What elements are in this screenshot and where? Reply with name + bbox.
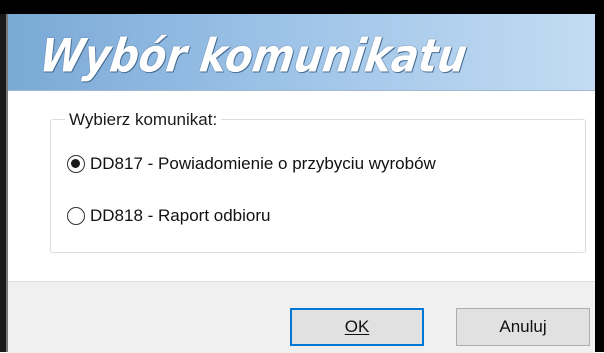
radio-button-checked[interactable] [67, 155, 85, 173]
dialog-content: Wybierz komunikat: DD817 - Powiadomienie… [8, 91, 595, 281]
radio-option-dd818[interactable]: DD818 - Raport odbioru [67, 203, 270, 229]
radio-label-dd817[interactable]: DD817 - Powiadomienie o przybyciu wyrobó… [90, 154, 436, 174]
cancel-button-label: Anuluj [499, 317, 547, 336]
window-frame-top [0, 0, 604, 14]
message-selection-dialog: Wybór komunikatu Wybierz komunikat: DD81… [0, 0, 604, 353]
cancel-button[interactable]: Anuluj [456, 308, 590, 346]
dialog-footer: OK Anuluj [8, 281, 595, 353]
dialog-title: Wybór komunikatu [36, 30, 471, 83]
window-frame-right [595, 0, 604, 352]
radio-label-dd818[interactable]: DD818 - Raport odbioru [90, 206, 270, 226]
ok-button[interactable]: OK [290, 308, 424, 346]
radio-option-dd817[interactable]: DD817 - Powiadomienie o przybyciu wyrobó… [67, 151, 436, 177]
group-legend: Wybierz komunikat: [65, 110, 222, 130]
radio-button-unchecked[interactable] [67, 207, 85, 225]
message-group-box: Wybierz komunikat: DD817 - Powiadomienie… [50, 110, 586, 253]
ok-button-label: OK [344, 317, 370, 336]
header-banner: Wybór komunikatu [8, 14, 595, 91]
